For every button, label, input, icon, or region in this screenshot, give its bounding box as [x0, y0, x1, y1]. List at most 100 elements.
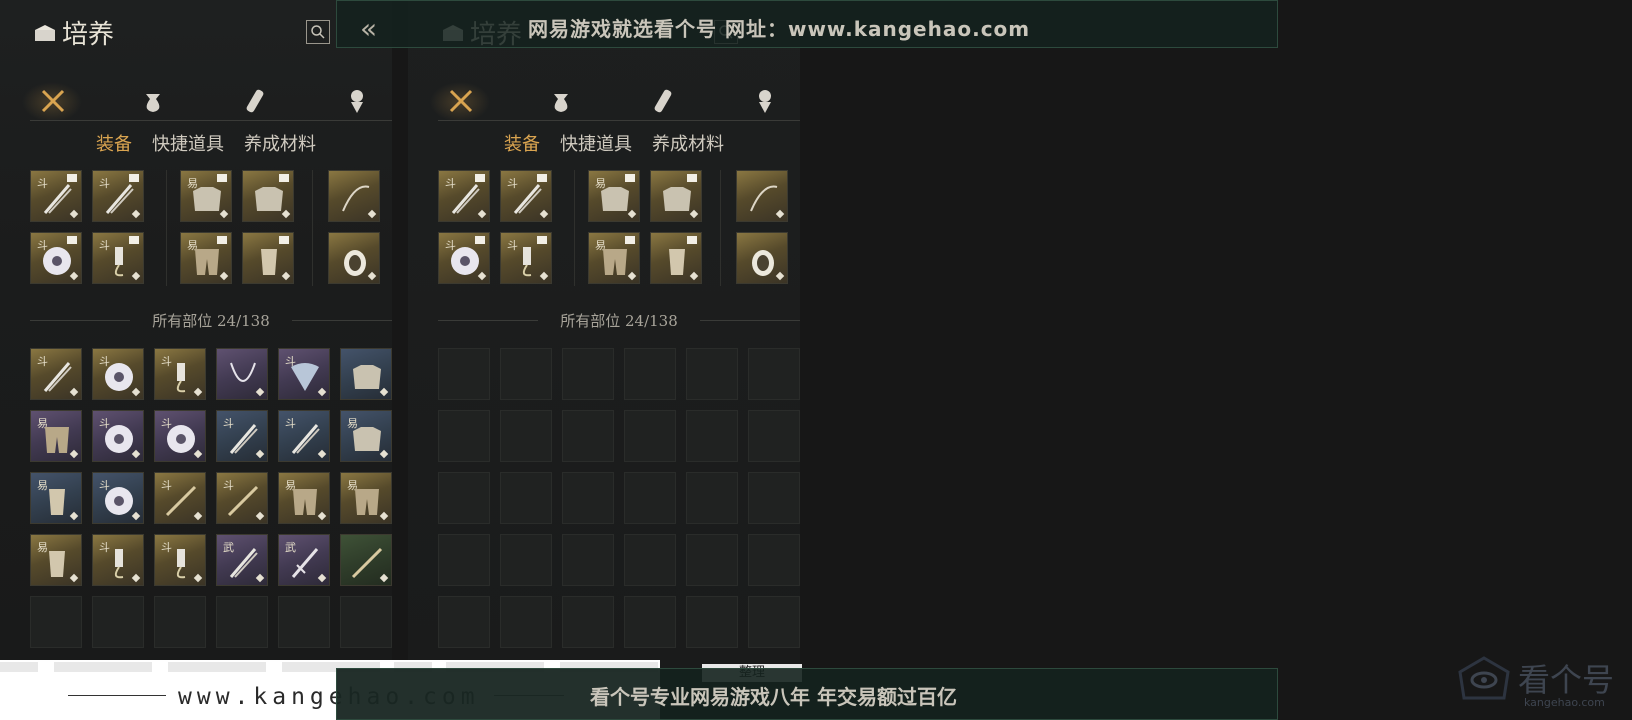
- item-slot[interactable]: [328, 232, 380, 284]
- item-slot[interactable]: 易: [278, 472, 330, 524]
- empty-slot[interactable]: [562, 472, 614, 524]
- tab-quick-items[interactable]: 快捷道具: [560, 130, 632, 156]
- empty-slot[interactable]: [216, 596, 268, 648]
- empty-slot[interactable]: [686, 410, 738, 462]
- empty-slot[interactable]: [624, 410, 676, 462]
- tab-quick-items[interactable]: 快捷道具: [152, 130, 224, 156]
- item-slot[interactable]: 斗: [154, 534, 206, 586]
- empty-slot[interactable]: [624, 596, 676, 648]
- empty-slot[interactable]: [562, 534, 614, 586]
- item-slot[interactable]: 斗: [30, 348, 82, 400]
- item-slot[interactable]: 斗: [30, 232, 82, 284]
- tab-equipment[interactable]: 装备: [96, 130, 132, 156]
- empty-slot[interactable]: [30, 596, 82, 648]
- empty-slot[interactable]: [748, 348, 800, 400]
- tab-materials[interactable]: 养成材料: [652, 130, 724, 156]
- empty-slot[interactable]: [500, 596, 552, 648]
- scroll-icon[interactable]: [240, 86, 270, 116]
- empty-slot[interactable]: [686, 534, 738, 586]
- empty-slot[interactable]: [340, 596, 392, 648]
- item-slot[interactable]: 易: [30, 410, 82, 462]
- empty-slot[interactable]: [500, 534, 552, 586]
- item-slot[interactable]: [650, 170, 702, 222]
- item-slot[interactable]: 斗: [500, 170, 552, 222]
- empty-slot[interactable]: [278, 596, 330, 648]
- item-slot[interactable]: 易: [588, 232, 640, 284]
- pouch-icon[interactable]: [138, 86, 168, 116]
- item-slot[interactable]: [340, 348, 392, 400]
- empty-slot[interactable]: [438, 410, 490, 462]
- footer-button[interactable]: [0, 662, 38, 672]
- empty-slot[interactable]: [624, 348, 676, 400]
- item-slot[interactable]: 易: [340, 472, 392, 524]
- footer-button[interactable]: [168, 662, 266, 672]
- empty-slot[interactable]: [686, 472, 738, 524]
- item-slot[interactable]: 武: [278, 534, 330, 586]
- empty-slot[interactable]: [438, 348, 490, 400]
- item-slot[interactable]: 斗: [154, 472, 206, 524]
- empty-slot[interactable]: [438, 596, 490, 648]
- empty-slot[interactable]: [92, 596, 144, 648]
- item-slot[interactable]: 易: [30, 472, 82, 524]
- item-slot[interactable]: 斗: [154, 410, 206, 462]
- empty-slot[interactable]: [748, 596, 800, 648]
- empty-slot[interactable]: [500, 410, 552, 462]
- footer-button[interactable]: [54, 662, 152, 672]
- shoulder-armor-icon: [353, 427, 381, 451]
- item-slot[interactable]: 易: [180, 170, 232, 222]
- item-slot[interactable]: [328, 170, 380, 222]
- item-slot[interactable]: 斗: [278, 410, 330, 462]
- item-slot[interactable]: 斗: [92, 232, 144, 284]
- item-slot[interactable]: 斗: [92, 348, 144, 400]
- empty-slot[interactable]: [500, 472, 552, 524]
- back-arrow-icon[interactable]: «: [360, 12, 377, 45]
- item-slot[interactable]: 斗: [438, 170, 490, 222]
- empty-slot[interactable]: [748, 534, 800, 586]
- item-slot[interactable]: 斗: [30, 170, 82, 222]
- pouch-icon[interactable]: [546, 86, 576, 116]
- empty-slot[interactable]: [748, 472, 800, 524]
- scroll-icon[interactable]: [648, 86, 678, 116]
- item-slot[interactable]: [736, 232, 788, 284]
- item-slot[interactable]: 斗: [92, 170, 144, 222]
- empty-slot[interactable]: [748, 410, 800, 462]
- empty-slot[interactable]: [686, 596, 738, 648]
- item-slot[interactable]: [216, 348, 268, 400]
- empty-slot[interactable]: [686, 348, 738, 400]
- item-slot[interactable]: [736, 170, 788, 222]
- item-slot[interactable]: [242, 232, 294, 284]
- crossed-swords-icon[interactable]: [446, 86, 476, 116]
- empty-slot[interactable]: [624, 534, 676, 586]
- empty-slot[interactable]: [562, 348, 614, 400]
- empty-slot[interactable]: [500, 348, 552, 400]
- item-slot[interactable]: 易: [30, 534, 82, 586]
- item-slot[interactable]: 斗: [438, 232, 490, 284]
- search-button[interactable]: [306, 20, 330, 44]
- item-slot[interactable]: 斗: [216, 472, 268, 524]
- item-slot[interactable]: 斗: [92, 534, 144, 586]
- tab-equipment[interactable]: 装备: [504, 130, 540, 156]
- item-slot[interactable]: 斗: [154, 348, 206, 400]
- item-slot[interactable]: [340, 534, 392, 586]
- item-slot[interactable]: 易: [340, 410, 392, 462]
- gem-icon[interactable]: [750, 86, 780, 116]
- item-slot[interactable]: [650, 232, 702, 284]
- empty-slot[interactable]: [562, 596, 614, 648]
- item-slot[interactable]: 斗: [92, 410, 144, 462]
- item-slot[interactable]: 武: [216, 534, 268, 586]
- item-slot[interactable]: 易: [588, 170, 640, 222]
- item-slot[interactable]: 斗: [92, 472, 144, 524]
- item-slot[interactable]: 斗: [278, 348, 330, 400]
- crossed-swords-icon[interactable]: [38, 86, 68, 116]
- gem-icon[interactable]: [342, 86, 372, 116]
- empty-slot[interactable]: [154, 596, 206, 648]
- item-slot[interactable]: 斗: [500, 232, 552, 284]
- item-slot[interactable]: 斗: [216, 410, 268, 462]
- empty-slot[interactable]: [438, 534, 490, 586]
- tab-materials[interactable]: 养成材料: [244, 130, 316, 156]
- item-slot[interactable]: 易: [180, 232, 232, 284]
- empty-slot[interactable]: [438, 472, 490, 524]
- empty-slot[interactable]: [562, 410, 614, 462]
- empty-slot[interactable]: [624, 472, 676, 524]
- item-slot[interactable]: [242, 170, 294, 222]
